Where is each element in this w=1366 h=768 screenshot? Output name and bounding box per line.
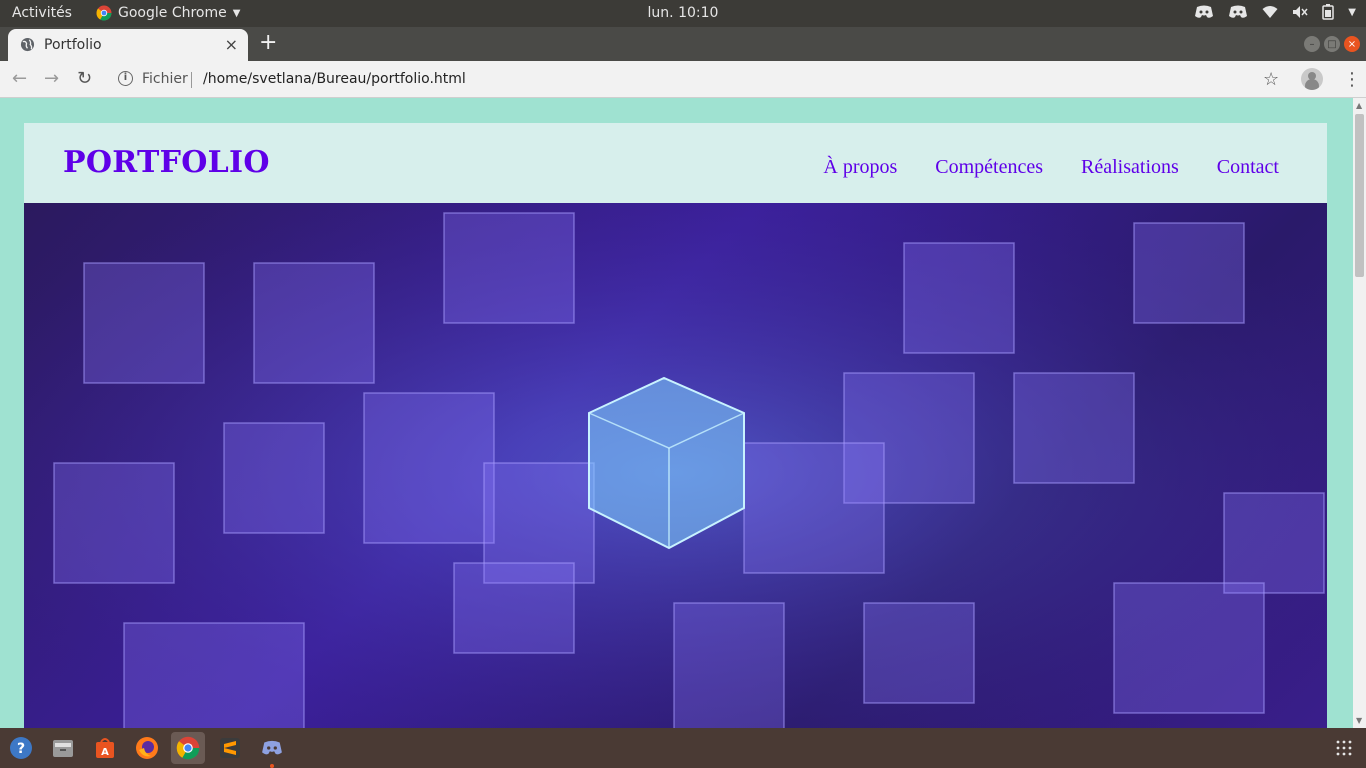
tab-strip: Portfolio × — [0, 27, 1366, 61]
chrome-icon[interactable] — [171, 732, 205, 764]
window-controls: – □ × — [1304, 36, 1360, 52]
battery-icon[interactable] — [1322, 4, 1335, 20]
files-icon[interactable] — [46, 732, 80, 764]
scrollbar-thumb[interactable] — [1355, 114, 1364, 277]
chevron-down-icon[interactable]: ▼ — [1348, 7, 1356, 18]
discord-icon[interactable] — [255, 732, 289, 764]
forward-arrow-icon[interactable]: → — [44, 70, 59, 88]
chevron-down-icon: ▼ — [232, 7, 241, 19]
volume-muted-icon[interactable] — [1292, 5, 1308, 19]
info-icon[interactable]: i — [118, 71, 133, 86]
nav-link-contact[interactable]: Contact — [1217, 156, 1279, 179]
software-center-icon[interactable]: A — [88, 732, 122, 764]
app-menu-label: Google Chrome — [118, 5, 227, 21]
system-tray[interactable]: ▼ — [1194, 4, 1356, 20]
profile-avatar[interactable] — [1301, 68, 1323, 90]
bookmark-star-icon[interactable]: ☆ — [1263, 69, 1279, 90]
system-top-bar: Activités Google Chrome ▼ lun. 10:10 ▼ — [0, 0, 1366, 27]
nav-link-realisations[interactable]: Réalisations — [1081, 156, 1179, 179]
nav-link-competences[interactable]: Compétences — [935, 156, 1043, 179]
wifi-icon[interactable] — [1262, 5, 1278, 19]
firefox-icon[interactable] — [130, 732, 164, 764]
address-bar[interactable]: /home/svetlana/Bureau/portfolio.html — [203, 71, 466, 87]
discord-icon[interactable] — [1228, 5, 1248, 19]
svg-text:?: ? — [17, 741, 25, 757]
site-logo[interactable]: PORTFOLIO — [63, 145, 270, 180]
show-apps-icon[interactable] — [1336, 740, 1352, 760]
more-menu-icon[interactable]: ⋮ — [1343, 69, 1361, 90]
url-scheme-label[interactable]: Fichier — [142, 71, 188, 87]
chrome-icon — [96, 5, 112, 21]
back-arrow-icon[interactable]: ← — [12, 70, 27, 88]
page-scrollbar[interactable]: ▲ ▼ — [1353, 98, 1366, 728]
activities-button[interactable]: Activités — [12, 5, 72, 21]
hero-image — [24, 203, 1327, 728]
globe-icon — [20, 37, 35, 52]
clock[interactable]: lun. 10:10 — [648, 5, 719, 21]
svg-text:A: A — [101, 747, 109, 758]
minimize-button[interactable]: – — [1304, 36, 1320, 52]
sublime-text-icon[interactable] — [213, 732, 247, 764]
scroll-down-arrow-icon[interactable]: ▼ — [1356, 716, 1362, 725]
page-viewport: PORTFOLIO À propos Compétences Réalisati… — [0, 98, 1353, 728]
site-nav: À propos Compétences Réalisations Contac… — [823, 156, 1279, 179]
nav-link-a-propos[interactable]: À propos — [823, 156, 897, 179]
scroll-up-arrow-icon[interactable]: ▲ — [1356, 101, 1362, 110]
site-header: PORTFOLIO À propos Compétences Réalisati… — [24, 123, 1327, 203]
close-window-button[interactable]: × — [1344, 36, 1360, 52]
reload-icon[interactable]: ↻ — [77, 70, 92, 88]
url-separator — [191, 72, 192, 88]
tab-title: Portfolio — [44, 37, 102, 53]
tab-portfolio[interactable]: Portfolio × — [8, 29, 248, 61]
portfolio-site: PORTFOLIO À propos Compétences Réalisati… — [24, 123, 1327, 728]
app-menu[interactable]: Google Chrome ▼ — [96, 5, 240, 21]
help-icon[interactable]: ? — [4, 732, 38, 764]
browser-toolbar: ← → ↻ i Fichier /home/svetlana/Bureau/po… — [0, 61, 1366, 98]
cubes-illustration — [24, 203, 1327, 728]
tab-close-button[interactable]: × — [225, 35, 238, 54]
discord-icon[interactable] — [1194, 5, 1214, 19]
maximize-button[interactable]: □ — [1324, 36, 1340, 52]
new-tab-button[interactable]: + — [259, 32, 277, 54]
dock: ? A — [0, 728, 1366, 768]
running-indicator — [270, 764, 274, 768]
